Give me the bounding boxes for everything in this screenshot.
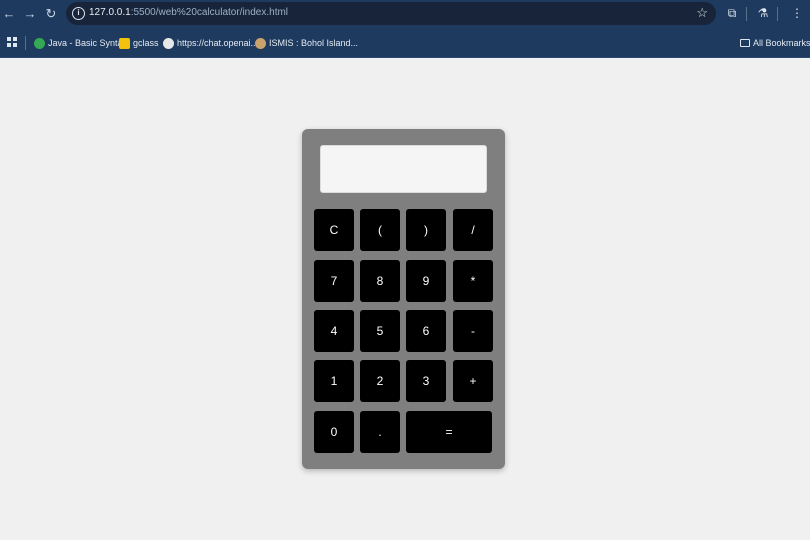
add-button[interactable]: + <box>453 360 493 402</box>
url-path: :5500/web%20calculator/index.html <box>130 7 289 18</box>
labs-flask-icon[interactable]: ⚗ <box>755 5 771 21</box>
multiply-button[interactable]: * <box>453 260 493 302</box>
clear-button[interactable]: C <box>314 209 354 251</box>
address-bar[interactable]: i 127.0.0.1:5500/web%20calculator/index.… <box>66 2 716 25</box>
close-paren-button[interactable]: ) <box>406 209 446 251</box>
back-icon[interactable]: ← <box>0 5 18 23</box>
bookmark-ismis[interactable]: ISMIS : Bohol Island... <box>255 36 358 50</box>
apps-grid-icon[interactable] <box>7 37 17 47</box>
decimal-button[interactable]: . <box>360 411 400 453</box>
digit-9-button[interactable]: 9 <box>406 260 446 302</box>
bookmark-label: ISMIS : Bohol Island... <box>269 38 359 48</box>
open-paren-button[interactable]: ( <box>360 209 400 251</box>
calculator-display[interactable] <box>320 145 487 193</box>
calculator: C ( ) / 7 8 9 * 4 5 6 - 1 2 3 + 0 . = <box>302 129 505 469</box>
openai-bookmark-icon <box>163 37 174 49</box>
bookmark-star-icon[interactable]: ☆ <box>696 5 708 21</box>
subtract-button[interactable]: - <box>453 310 493 352</box>
gclass-bookmark-icon <box>119 37 130 49</box>
digit-7-button[interactable]: 7 <box>314 260 354 302</box>
all-bookmarks-button[interactable]: All Bookmarks <box>740 36 810 50</box>
digit-6-button[interactable]: 6 <box>406 310 446 352</box>
equals-button[interactable]: = <box>406 411 492 453</box>
reload-icon[interactable]: ↻ <box>42 5 60 23</box>
bookmarks-divider <box>25 36 26 50</box>
divide-button[interactable]: / <box>453 209 493 251</box>
browser-toolbar: ← → ↻ i 127.0.0.1:5500/web%20calculator/… <box>0 0 810 28</box>
digit-5-button[interactable]: 5 <box>360 310 400 352</box>
all-bookmarks-label: All Bookmarks <box>753 38 810 48</box>
bookmark-gclass[interactable]: gclass <box>119 36 159 50</box>
menu-kebab-icon[interactable]: ⋮ <box>789 5 805 21</box>
toolbar-divider <box>777 7 778 21</box>
java-bookmark-icon <box>34 37 45 49</box>
extensions-icon[interactable]: ⧉ <box>724 5 740 21</box>
digit-2-button[interactable]: 2 <box>360 360 400 402</box>
digit-4-button[interactable]: 4 <box>314 310 354 352</box>
toolbar-divider <box>746 7 747 21</box>
digit-1-button[interactable]: 1 <box>314 360 354 402</box>
digit-3-button[interactable]: 3 <box>406 360 446 402</box>
ismis-bookmark-icon <box>255 37 266 49</box>
bookmark-label: gclass <box>133 38 159 48</box>
url-host: 127.0.0.1 <box>89 7 131 18</box>
digit-8-button[interactable]: 8 <box>360 260 400 302</box>
bookmark-java-basic-syntax[interactable]: Java - Basic Syntax <box>34 36 127 50</box>
url-text[interactable]: 127.0.0.1:5500/web%20calculator/index.ht… <box>89 7 288 18</box>
bookmark-label: https://chat.openai.... <box>177 38 261 48</box>
forward-icon[interactable]: → <box>21 5 39 23</box>
folder-icon <box>740 39 750 47</box>
digit-0-button[interactable]: 0 <box>314 411 354 453</box>
site-info-icon[interactable]: i <box>72 7 85 20</box>
bookmark-label: Java - Basic Syntax <box>48 38 128 48</box>
bookmark-chat-openai[interactable]: https://chat.openai.... <box>163 36 261 50</box>
